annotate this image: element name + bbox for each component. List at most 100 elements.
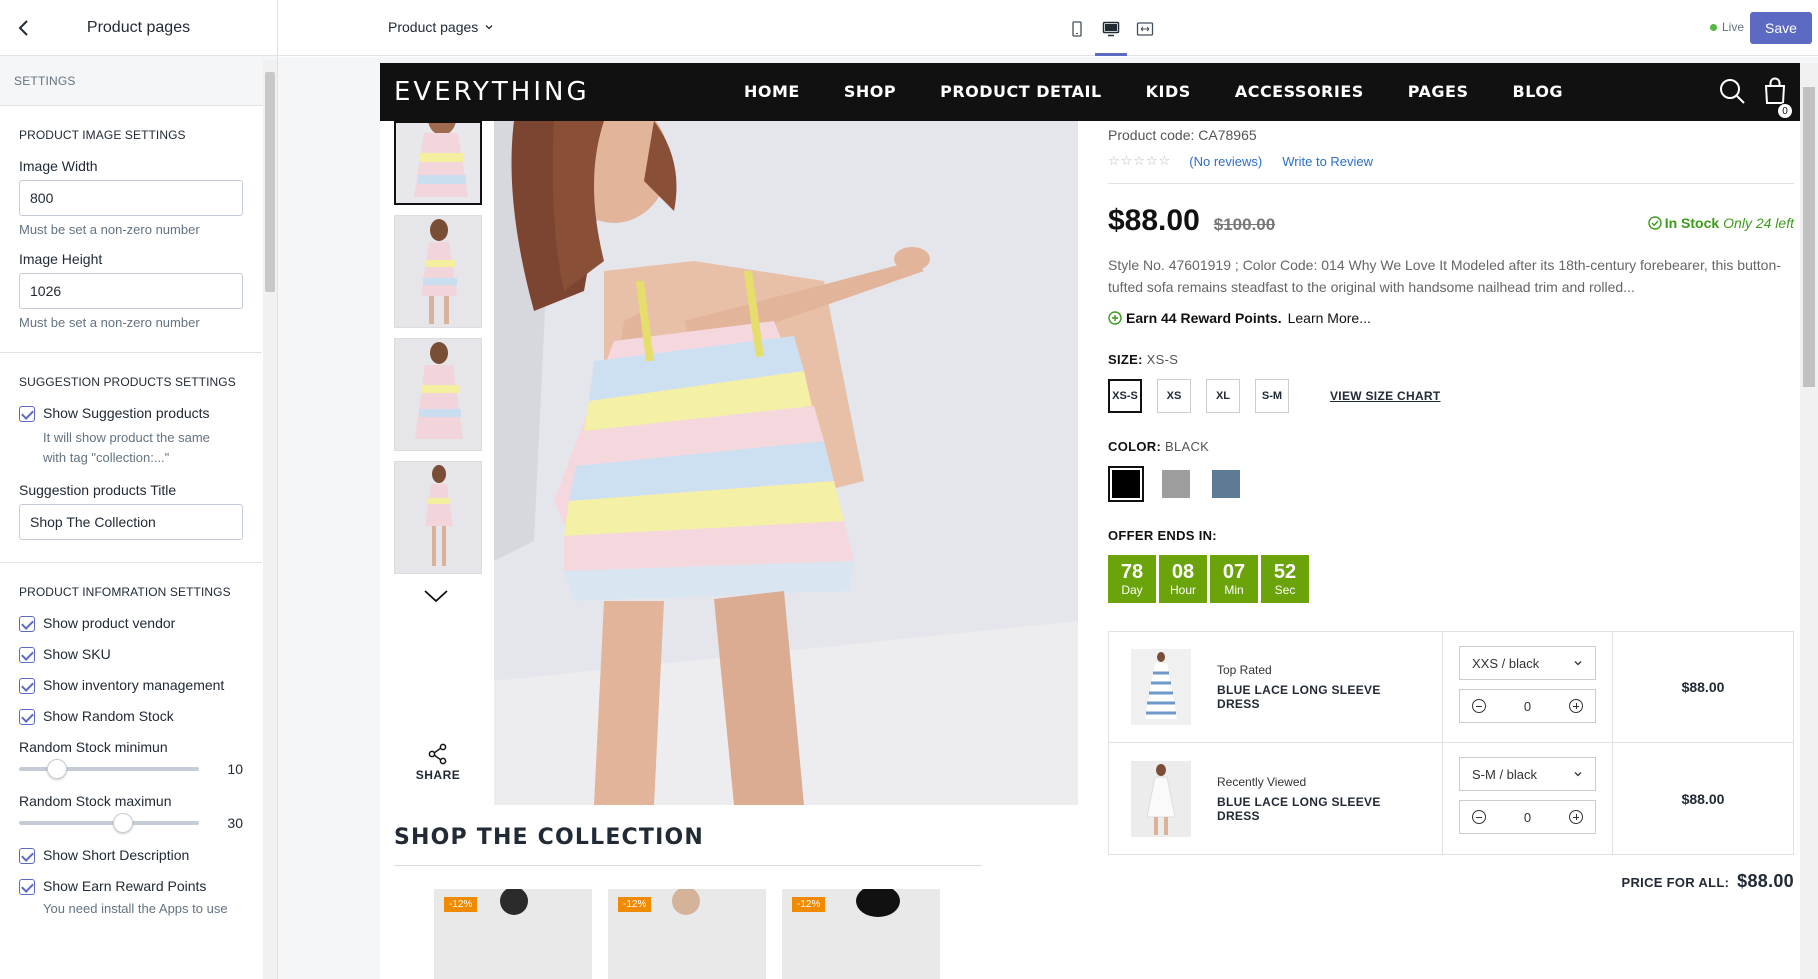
- bundle-product-name[interactable]: BLUE LACE LONG SLEEVE DRESS: [1217, 795, 1387, 823]
- bundle-price: $88.00: [1681, 790, 1725, 807]
- checkbox-label: Show product vendor: [43, 615, 176, 631]
- size-option[interactable]: XS: [1157, 379, 1191, 413]
- color-label-row: COLOR: BLACK: [1108, 439, 1794, 454]
- product-thumbnail[interactable]: [394, 461, 482, 574]
- show-random-stock-checkbox-row[interactable]: Show Random Stock: [19, 708, 243, 725]
- image-height-input[interactable]: [19, 273, 243, 309]
- nav-home[interactable]: HOME: [744, 82, 800, 101]
- checkbox[interactable]: [19, 406, 35, 422]
- plus-circle-icon[interactable]: [1568, 699, 1583, 713]
- checkbox[interactable]: [19, 678, 35, 694]
- show-sku-checkbox-row[interactable]: Show SKU: [19, 646, 243, 663]
- product-thumbnail[interactable]: [394, 338, 482, 451]
- store-logo[interactable]: EVERYTHING: [394, 77, 590, 107]
- product-thumbnail[interactable]: [394, 121, 482, 205]
- chevron-down-icon: [485, 25, 493, 30]
- show-vendor-checkbox-row[interactable]: Show product vendor: [19, 615, 243, 632]
- bundle-product-text: Recently Viewed BLUE LACE LONG SLEEVE DR…: [1217, 775, 1387, 823]
- random-stock-min-label: Random Stock minimun: [19, 739, 168, 755]
- collection-product-card[interactable]: -12%: [782, 889, 940, 979]
- checkbox[interactable]: [19, 879, 35, 895]
- show-suggestion-checkbox-row[interactable]: Show Suggestion products: [19, 405, 243, 422]
- selected-color: BLACK: [1165, 439, 1210, 454]
- fullscreen-view-button[interactable]: [1132, 16, 1158, 42]
- minus-circle-icon[interactable]: [1472, 699, 1486, 713]
- variant-value: S-M / black: [1472, 766, 1538, 782]
- color-swatch[interactable]: [1208, 466, 1244, 502]
- image-width-input[interactable]: [19, 180, 243, 216]
- size-chart-link[interactable]: VIEW SIZE CHART: [1330, 389, 1441, 403]
- preview-scrollbar-thumb[interactable]: [1803, 87, 1815, 387]
- color-swatch[interactable]: [1158, 466, 1194, 502]
- swatch-fill: [1162, 470, 1190, 498]
- search-icon[interactable]: [1718, 77, 1746, 105]
- checkbox[interactable]: [19, 647, 35, 663]
- checkbox[interactable]: [19, 709, 35, 725]
- sale-badge: -12%: [792, 897, 826, 912]
- price-row: $88.00 $100.00 In Stock Only 24 left: [1108, 204, 1794, 238]
- suggestion-title-input[interactable]: [19, 504, 243, 540]
- back-arrow-icon[interactable]: [12, 16, 36, 40]
- slider-value: 10: [227, 761, 243, 777]
- page-type-select[interactable]: Product pages: [388, 19, 494, 35]
- variant-select[interactable]: S-M / black: [1459, 757, 1596, 791]
- nav-blog[interactable]: BLOG: [1513, 82, 1564, 101]
- quantity-value[interactable]: 0: [1524, 810, 1531, 825]
- show-reward-points-checkbox-row[interactable]: Show Earn Reward Points: [19, 878, 243, 895]
- nav-kids[interactable]: KIDS: [1146, 82, 1191, 101]
- variant-select[interactable]: XXS / black: [1459, 646, 1596, 680]
- bundle-product-name[interactable]: BLUE LACE LONG SLEEVE DRESS: [1217, 683, 1387, 711]
- show-inventory-checkbox-row[interactable]: Show inventory management: [19, 677, 243, 694]
- slider-handle[interactable]: [47, 759, 67, 779]
- main-nav: HOME SHOP PRODUCT DETAIL KIDS ACCESSORIE…: [744, 82, 1563, 101]
- product-information-settings: PRODUCT INFOMRATION SETTINGS Show produc…: [0, 563, 262, 947]
- bundle-product-image[interactable]: [1131, 649, 1191, 725]
- size-option[interactable]: XS-S: [1108, 379, 1142, 413]
- checkbox[interactable]: [19, 616, 35, 632]
- random-stock-max-slider[interactable]: 30: [19, 813, 243, 833]
- random-stock-min-slider[interactable]: 10: [19, 759, 243, 779]
- main-product-image[interactable]: [494, 121, 1078, 805]
- minus-circle-icon[interactable]: [1472, 810, 1486, 824]
- product-thumbnail[interactable]: [394, 215, 482, 328]
- collection-product-card[interactable]: -12%: [434, 889, 592, 979]
- nav-product-detail[interactable]: PRODUCT DETAIL: [940, 82, 1102, 101]
- mobile-view-button[interactable]: [1064, 16, 1090, 42]
- sale-badge: -12%: [618, 897, 652, 912]
- bundle-options: XXS / black 0: [1443, 632, 1613, 742]
- sale-badge: -12%: [444, 897, 478, 912]
- quantity-value[interactable]: 0: [1524, 699, 1531, 714]
- no-reviews-link[interactable]: (No reviews): [1189, 154, 1262, 169]
- check-circle-icon: [1648, 216, 1662, 230]
- slider-handle[interactable]: [113, 813, 133, 833]
- checkbox[interactable]: [19, 848, 35, 864]
- color-swatch[interactable]: [1108, 466, 1144, 502]
- size-option[interactable]: S-M: [1255, 379, 1289, 413]
- size-option[interactable]: XL: [1206, 379, 1240, 413]
- countdown-timer: 78 Day 08 Hour 07 Min 52 Sec: [1108, 555, 1794, 603]
- cart-bag-icon[interactable]: [1762, 77, 1788, 105]
- live-label: Live: [1722, 20, 1745, 34]
- write-review-link[interactable]: Write to Review: [1282, 154, 1373, 169]
- slider-track[interactable]: [19, 759, 199, 779]
- share-button[interactable]: SHARE: [408, 743, 468, 782]
- desktop-view-button[interactable]: [1095, 16, 1127, 56]
- cart-count-badge: 0: [1777, 103, 1793, 119]
- quantity-stepper: 0: [1459, 689, 1596, 723]
- reward-learn-more-link[interactable]: Learn More...: [1288, 310, 1371, 326]
- sidebar-scrollbar-thumb[interactable]: [265, 72, 275, 292]
- plus-circle-icon[interactable]: [1568, 810, 1583, 824]
- save-button[interactable]: Save: [1750, 12, 1812, 44]
- collection-product-card[interactable]: -12%: [608, 889, 766, 979]
- chevron-down-icon[interactable]: [423, 588, 449, 604]
- show-short-description-checkbox-row[interactable]: Show Short Description: [19, 847, 243, 864]
- short-description: Style No. 47601919 ; Color Code: 014 Why…: [1108, 257, 1781, 295]
- nav-pages[interactable]: PAGES: [1408, 82, 1469, 101]
- slider-track[interactable]: [19, 813, 199, 833]
- countdown-unit: Day: [1121, 583, 1143, 597]
- countdown-value: 07: [1222, 561, 1246, 583]
- nav-accessories[interactable]: ACCESSORIES: [1235, 82, 1364, 101]
- countdown-days: 78 Day: [1108, 555, 1156, 603]
- nav-shop[interactable]: SHOP: [844, 82, 896, 101]
- bundle-product-image[interactable]: [1131, 760, 1191, 837]
